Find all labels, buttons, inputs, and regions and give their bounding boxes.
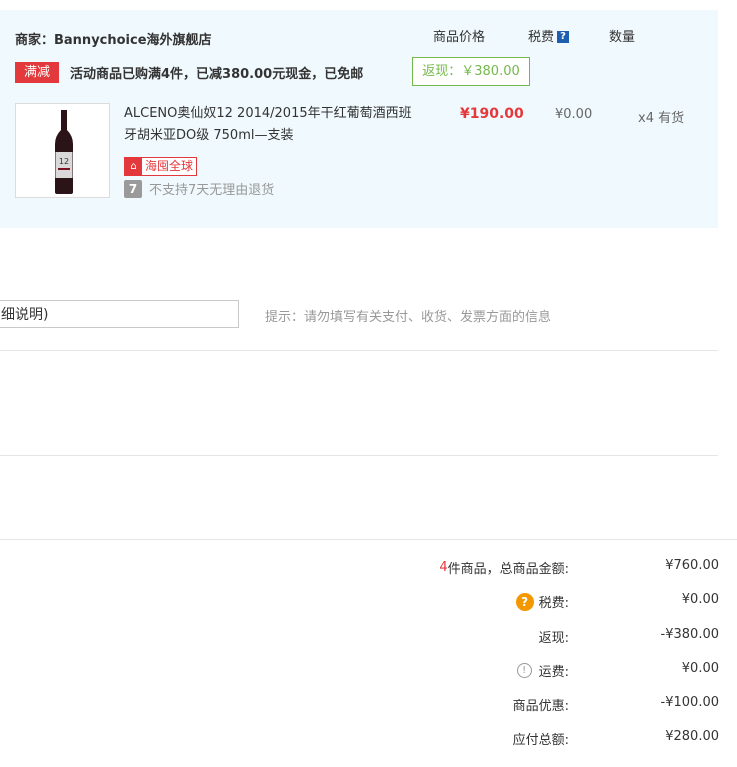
return-policy-text: 不支持7天无理由退货 [149,183,275,198]
section-divider [0,350,718,351]
order-remark-input[interactable] [0,300,239,328]
goods-count-label: 4 件商品，总商品金额: [439,558,569,577]
shipping-label: ! 运费: [516,661,569,680]
return-policy: 7 不支持7天无理由退货 [124,179,274,198]
merchant-name[interactable]: 商家：Bannychoice海外旗舰店 [15,29,212,48]
section-divider [0,455,718,456]
shipping-label-text: 运费: [538,665,569,680]
goods-count-suffix: 件商品，总商品金额: [447,562,569,577]
product-thumbnail[interactable]: 12 [15,103,110,198]
summary-row-goods: 4 件商品，总商品金额: ¥760.00 [0,558,737,578]
summary-divider [0,539,737,540]
discount-amount: -¥100.00 [660,695,719,710]
bottle-label-text: 12 [59,157,69,166]
summary-row-discount: 商品优惠: -¥100.00 [0,695,737,715]
discount-label: 商品优惠: [512,699,569,714]
product-qty-stock: x4 有货 [638,111,685,126]
shipping-info-icon[interactable]: ! [516,663,532,678]
summary-row-rebate: 返现: -¥380.00 [0,627,737,647]
rebate-badge: 返现：￥380.00 [412,57,530,86]
product-tax: ¥0.00 [555,107,593,122]
shop-icon: ⌂ [125,158,142,175]
product-name-link[interactable]: ALCENO奥仙奴12 2014/2015年干红葡萄酒西班牙胡米亚DO级 750… [124,103,416,147]
tax-header-label: 税费 [528,30,555,45]
goods-count: 4 [439,560,448,575]
total-goods-amount: ¥760.00 [665,558,719,573]
promo-text: 活动商品已购满4件，已减380.00元现金，已免邮 [70,67,364,82]
column-header-tax: 税费? [528,26,570,45]
column-header-qty: 数量 [609,30,636,45]
tax-question-icon[interactable]: ? [515,592,534,611]
product-price: ¥190.00 [460,106,524,122]
rebate-label: 返现: [538,631,569,646]
remark-hint: 提示：请勿填写有关支付、收货、发票方面的信息 [265,310,552,325]
tax-help-icon[interactable]: ? [557,31,570,43]
summary-row-shipping: ! 运费: ¥0.00 [0,661,737,681]
rebate-amount: -¥380.00 [660,627,719,642]
haitun-global-label: 海囤全球 [145,159,194,173]
wine-bottle-image: 12 [55,110,73,194]
tax-amount: ¥0.00 [681,592,719,607]
tax-label-text: 税费: [538,596,569,611]
summary-row-tax: ? 税费: ¥0.00 [0,592,737,612]
promo-tag: 满减 [15,62,59,83]
column-header-price: 商品价格 [433,30,486,45]
payable-amount: ¥280.00 [665,729,719,744]
shipping-amount: ¥0.00 [681,661,719,676]
payable-label: 应付总额: [512,733,569,748]
summary-row-payable: 应付总额: ¥280.00 [0,729,737,749]
haitun-global-badge: ⌂ 海囤全球 [124,157,198,176]
no-7day-return-icon: 7 [124,179,142,198]
tax-label: ? 税费: [515,592,569,611]
